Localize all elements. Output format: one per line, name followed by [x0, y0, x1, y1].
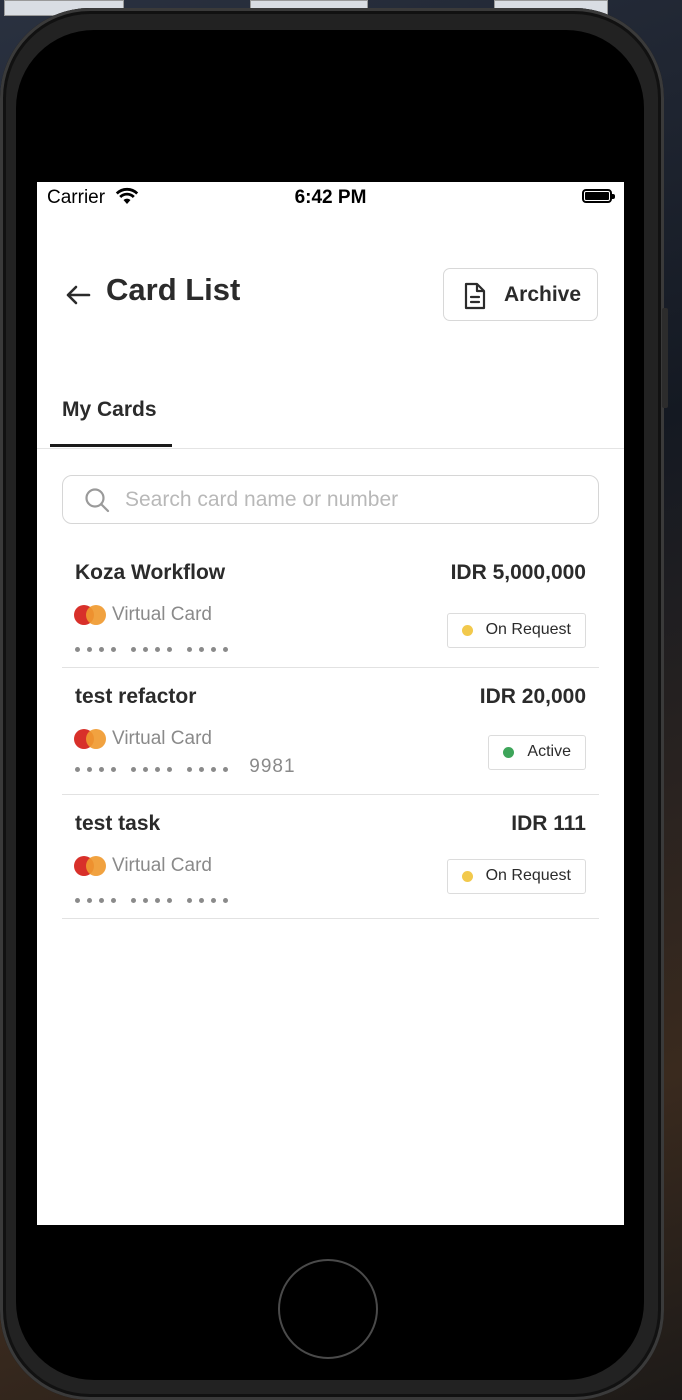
card-name: test task	[75, 812, 161, 835]
masked-card-number	[75, 636, 235, 658]
card-type: Virtual Card	[112, 728, 212, 749]
status-badge: On Request	[446, 859, 586, 894]
search-icon	[84, 487, 110, 518]
document-icon	[463, 282, 487, 315]
mastercard-logo	[74, 856, 108, 876]
card-amount: IDR 5,000,000	[450, 561, 586, 584]
status-badge: On Request	[446, 613, 586, 648]
search-input[interactable]	[123, 484, 577, 516]
tab-label: My Cards	[62, 398, 157, 421]
status-dot	[461, 871, 473, 882]
tab-my-cards[interactable]: My Cards	[50, 382, 172, 447]
status-badge: Active	[488, 735, 586, 770]
status-bar: Carrier 6:42 PM	[37, 182, 624, 214]
tab-active-indicator	[50, 444, 172, 447]
card-name: Koza Workflow	[75, 561, 226, 584]
mastercard-logo	[74, 729, 108, 749]
card-amount: IDR 111	[511, 812, 586, 835]
archive-button[interactable]: Archive	[443, 268, 598, 321]
card-type: Virtual Card	[112, 855, 212, 876]
status-label: Active	[527, 743, 571, 760]
masked-card-number	[75, 887, 235, 909]
masked-card-number: 9981	[75, 756, 296, 778]
phone-side-button	[662, 308, 668, 408]
mastercard-logo	[74, 605, 108, 625]
status-dot	[503, 747, 515, 758]
app-screen: Carrier 6:42 PM Card List Archive My Car…	[37, 182, 624, 1225]
status-label: On Request	[485, 867, 571, 884]
tab-divider	[37, 448, 624, 449]
archive-button-label: Archive	[504, 283, 582, 306]
card-list-item[interactable]: Koza Workflow IDR 5,000,000 Virtual Card…	[62, 544, 599, 668]
back-arrow-icon[interactable]	[63, 280, 93, 310]
card-name: test refactor	[75, 685, 197, 708]
battery-icon	[582, 189, 615, 203]
page-title: Card List	[106, 272, 241, 307]
clock: 6:42 PM	[294, 187, 367, 208]
status-label: On Request	[485, 621, 571, 638]
card-list-item[interactable]: test task IDR 111 Virtual Card On Reques…	[62, 795, 599, 919]
card-last4: 9981	[249, 756, 296, 778]
card-amount: IDR 20,000	[479, 685, 586, 708]
search-field[interactable]	[62, 475, 599, 524]
home-button[interactable]	[278, 1259, 378, 1359]
card-type: Virtual Card	[112, 604, 212, 625]
status-dot	[461, 625, 473, 636]
card-list-item[interactable]: test refactor IDR 20,000 Virtual Card 99…	[62, 668, 599, 795]
